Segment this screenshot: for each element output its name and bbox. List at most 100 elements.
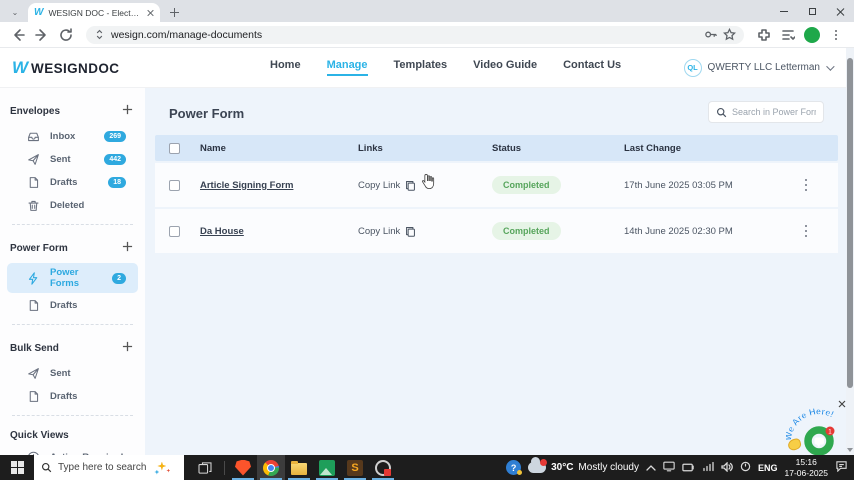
nav-templates[interactable]: Templates [394, 59, 448, 76]
row-checkbox[interactable] [169, 179, 180, 191]
page-scrollbar[interactable] [846, 48, 854, 455]
language-indicator[interactable]: ENG [758, 463, 778, 473]
form-name-link[interactable]: Da House [200, 226, 358, 237]
tab-title: WESIGN DOC - Electronic Digit [48, 7, 141, 18]
site-info-icon [96, 29, 103, 40]
add-envelope-button[interactable] [122, 102, 133, 120]
row-checkbox[interactable] [169, 225, 180, 237]
screen-recorder-icon [375, 459, 391, 476]
table-row: Da House Copy Link Completed 14th June 2… [155, 209, 838, 253]
copy-link-button[interactable]: Copy Link [358, 180, 492, 191]
trash-icon [28, 200, 39, 211]
sidebar-item-bulk-sent[interactable]: Sent [7, 363, 138, 384]
bookmark-star-icon[interactable] [723, 28, 736, 41]
plus-icon [122, 104, 133, 115]
search-box[interactable] [708, 101, 824, 123]
sidebar-item-drafts[interactable]: Drafts 18 [7, 172, 138, 193]
window-close-button[interactable] [826, 0, 854, 22]
site-nav: Home Manage Templates Video Guide Contac… [270, 59, 621, 76]
sidebar-item-sent[interactable]: Sent 442 [7, 149, 138, 170]
taskbar-search-placeholder: Type here to search [58, 462, 147, 473]
extensions-icon[interactable] [754, 25, 774, 45]
back-button[interactable] [8, 25, 28, 45]
section-title-bulk-send: Bulk Send [10, 342, 59, 354]
minimize-icon [780, 10, 788, 12]
send-icon [28, 368, 39, 379]
tray-battery-icon[interactable] [682, 459, 695, 477]
search-input[interactable] [732, 107, 816, 117]
row-menu-button[interactable] [797, 178, 815, 192]
maximize-icon [808, 7, 816, 15]
taskbar-app-file-explorer[interactable] [285, 455, 313, 480]
status-badge: Completed [492, 176, 561, 194]
nav-video-guide[interactable]: Video Guide [473, 59, 537, 76]
window-minimize-button[interactable] [770, 0, 798, 22]
browser-menu-button[interactable] [826, 25, 846, 45]
reading-list-icon[interactable] [778, 25, 798, 45]
section-title-power-form: Power Form [10, 242, 68, 254]
account-menu[interactable]: QL QWERTY LLC Letterman [683, 58, 835, 77]
chat-widget[interactable]: We Are Here! 1 [783, 400, 848, 456]
sidebar-item-power-form-drafts[interactable]: Drafts [7, 295, 138, 316]
tray-recorder-icon[interactable] [740, 459, 751, 477]
taskbar-app-chrome[interactable] [257, 455, 285, 480]
reload-icon [60, 27, 72, 41]
account-initials-badge: QL [683, 58, 702, 77]
chat-close-button[interactable] [838, 400, 846, 408]
tray-display-icon[interactable] [663, 459, 675, 477]
tab-close-icon[interactable] [146, 9, 154, 17]
column-name: Name [200, 142, 226, 154]
sidebar-item-deleted[interactable]: Deleted [7, 195, 138, 216]
column-status: Status [492, 142, 522, 154]
action-center-button[interactable] [835, 459, 848, 477]
start-button[interactable] [0, 455, 34, 480]
nav-contact-us[interactable]: Contact Us [563, 59, 621, 76]
profile-avatar[interactable] [802, 25, 822, 45]
table-row: Article Signing Form Copy Link Completed… [155, 163, 838, 207]
sidebar-item-inbox[interactable]: Inbox 269 [7, 126, 138, 147]
puzzle-icon [758, 28, 770, 41]
tray-expand-button[interactable] [646, 459, 656, 477]
tray-network-icon[interactable] [702, 459, 714, 477]
site-logo[interactable]: W WESIGNDOC [0, 58, 180, 78]
scrollbar-thumb[interactable] [847, 58, 853, 388]
form-name-link[interactable]: Article Signing Form [200, 180, 358, 191]
taskbar-app-recorder[interactable] [369, 455, 397, 480]
last-change-date: 17th June 2025 03:05 PM [624, 179, 733, 191]
draft-icon [29, 391, 39, 402]
sidebar: Envelopes Inbox 269 Sent 442 Drafts 18 D… [0, 88, 145, 480]
windows-logo-icon [10, 461, 24, 474]
svg-text:1: 1 [828, 429, 832, 436]
sidebar-item-power-forms[interactable]: Power Forms 2 [7, 263, 138, 293]
logo-text: WESIGNDOC [31, 60, 120, 76]
taskbar-app-brave[interactable] [229, 455, 257, 480]
taskbar-app-photos[interactable] [313, 455, 341, 480]
weather-widget[interactable]: 30°C Mostly cloudy [528, 457, 639, 473]
tab-search-chevron-icon[interactable]: ⌄ [8, 5, 22, 19]
row-menu-button[interactable] [797, 224, 815, 238]
reload-button[interactable] [56, 25, 76, 45]
forward-button[interactable] [32, 25, 52, 45]
taskbar-clock[interactable]: 15:16 17-06-2025 [785, 457, 828, 478]
taskbar-app-s[interactable]: S [341, 455, 369, 480]
copy-link-button[interactable]: Copy Link [358, 226, 492, 237]
new-tab-button[interactable] [170, 8, 179, 17]
nav-home[interactable]: Home [270, 59, 301, 76]
browser-titlebar: ⌄ W WESIGN DOC - Electronic Digit [0, 0, 854, 22]
password-key-icon[interactable] [704, 28, 717, 41]
tray-volume-icon[interactable] [721, 459, 733, 477]
taskbar-search[interactable]: Type here to search [34, 455, 184, 480]
cloud-alert-icon [528, 457, 548, 473]
browser-tab[interactable]: W WESIGN DOC - Electronic Digit [28, 3, 160, 22]
window-maximize-button[interactable] [798, 0, 826, 22]
select-all-checkbox[interactable] [169, 142, 180, 154]
task-view-button[interactable] [190, 455, 220, 480]
help-icon[interactable]: ? [506, 460, 523, 475]
url-bar[interactable]: wesign.com/manage-documents [86, 25, 744, 44]
table-header-row: Name Links Status Last Change [155, 135, 838, 161]
add-power-form-button[interactable] [122, 239, 133, 257]
sidebar-item-bulk-drafts[interactable]: Drafts [7, 386, 138, 407]
nav-manage[interactable]: Manage [326, 59, 368, 76]
add-bulk-send-button[interactable] [122, 339, 133, 357]
close-icon [838, 400, 846, 408]
